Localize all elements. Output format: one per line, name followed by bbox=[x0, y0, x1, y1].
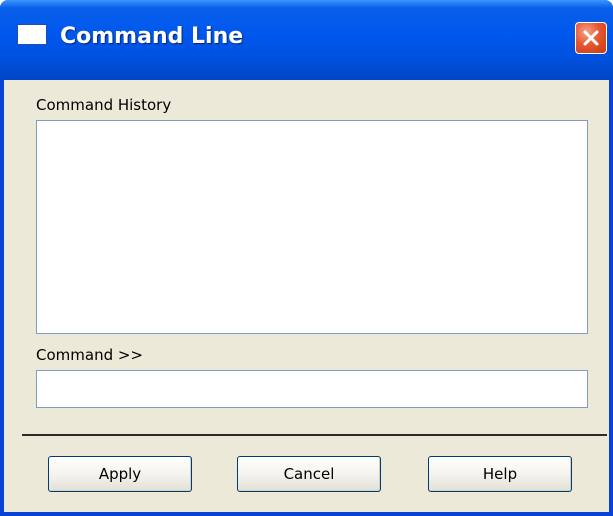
title-bar[interactable]: Command Line bbox=[0, 0, 613, 80]
apply-button[interactable]: Apply bbox=[48, 456, 192, 492]
close-button[interactable] bbox=[575, 22, 607, 54]
window-icon bbox=[18, 25, 46, 44]
close-icon bbox=[583, 30, 599, 46]
window-title: Command Line bbox=[60, 24, 244, 49]
command-input[interactable] bbox=[36, 370, 588, 408]
cancel-button[interactable]: Cancel bbox=[237, 456, 381, 492]
separator bbox=[22, 434, 607, 436]
command-history-label: Command History bbox=[36, 96, 172, 114]
command-label: Command >> bbox=[36, 346, 143, 364]
help-button[interactable]: Help bbox=[428, 456, 572, 492]
command-history-list[interactable] bbox=[36, 120, 588, 334]
